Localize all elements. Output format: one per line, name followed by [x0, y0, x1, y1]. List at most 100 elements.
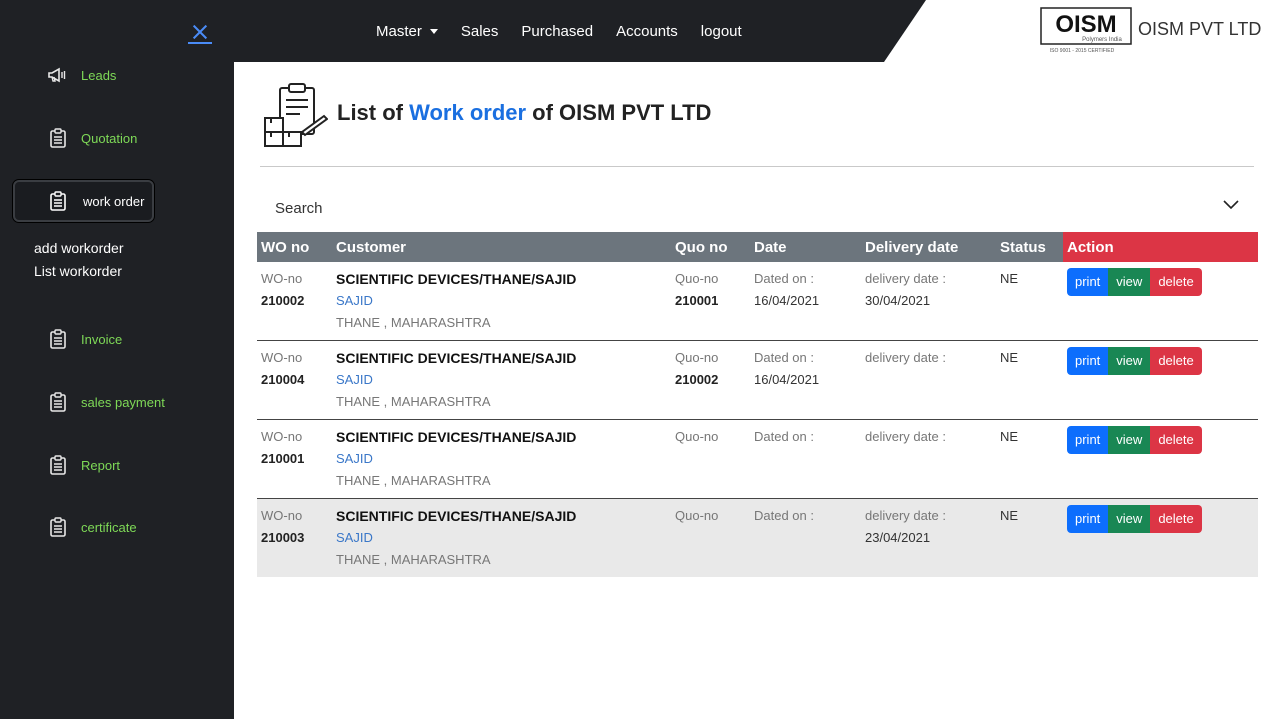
- customer-name: SCIENTIFIC DEVICES/THANE/SAJID: [336, 350, 577, 366]
- sidebar-item-quotation[interactable]: Quotation: [13, 117, 154, 159]
- sidebar-item-label: Invoice: [81, 331, 123, 347]
- nav-sales[interactable]: Sales: [461, 23, 499, 40]
- chevron-down-icon[interactable]: [1222, 198, 1240, 212]
- nav-accounts[interactable]: Accounts: [616, 23, 678, 40]
- print-button[interactable]: print: [1067, 347, 1109, 375]
- cell-date: Dated on :: [750, 498, 861, 577]
- sidebar-item-label: work order: [83, 193, 145, 209]
- cell-action: print view delete: [1063, 419, 1258, 499]
- action-button-group: print view delete: [1067, 426, 1254, 454]
- sidebar-item-label: certificate: [81, 519, 137, 535]
- delivery-value: [865, 448, 992, 470]
- customer-location: THANE , MAHARASHTRA: [336, 315, 491, 330]
- delivery-value: 30/04/2021: [865, 293, 931, 308]
- add-workorder-link[interactable]: add workorder: [34, 240, 124, 256]
- customer-contact[interactable]: SAJID: [336, 527, 667, 549]
- clipboard-icon: [50, 329, 66, 349]
- quo-number: [675, 527, 746, 549]
- sidebar-item-leads[interactable]: Leads: [13, 54, 154, 96]
- table-row: WO-no 210004 SCIENTIFIC DEVICES/THANE/SAJ…: [257, 340, 1258, 420]
- caret-down-icon: [429, 28, 438, 34]
- nav-logout[interactable]: logout: [701, 23, 742, 40]
- wo-label: WO-no: [261, 271, 303, 286]
- customer-name: SCIENTIFIC DEVICES/THANE/SAJID: [336, 508, 577, 524]
- delete-button[interactable]: delete: [1150, 426, 1202, 454]
- action-button-group: print view delete: [1067, 268, 1254, 296]
- delete-button[interactable]: delete: [1150, 347, 1202, 375]
- list-workorder-link[interactable]: List workorder: [34, 263, 122, 279]
- top-navbar: Master Sales Purchased Accounts logout O…: [234, 0, 1280, 62]
- status-value: NE: [1000, 350, 1019, 365]
- quo-label: Quo-no: [675, 508, 719, 523]
- dated-label: Dated on :: [754, 429, 814, 444]
- clipboard-icon: [50, 455, 66, 475]
- cell-action: print view delete: [1063, 498, 1258, 577]
- view-button[interactable]: view: [1108, 505, 1151, 533]
- sidebar-item-sales-payment[interactable]: sales payment: [13, 381, 193, 423]
- brand-name: OISM PVT LTD: [1138, 19, 1262, 39]
- quo-label: Quo-no: [675, 271, 719, 286]
- quo-label: Quo-no: [675, 350, 719, 365]
- cell-wo-no: WO-no 210004: [257, 340, 332, 420]
- view-button[interactable]: view: [1108, 426, 1151, 454]
- nav-purchased[interactable]: Purchased: [521, 23, 593, 40]
- sidebar-item-report[interactable]: Report: [13, 444, 154, 486]
- col-header-customer: Customer: [332, 232, 671, 262]
- clipboard-icon: [50, 191, 66, 211]
- cell-delivery: delivery date :: [861, 340, 996, 420]
- cell-customer: SCIENTIFIC DEVICES/THANE/SAJID SAJID THANE…: [332, 262, 671, 341]
- title-prefix: List of: [337, 100, 410, 125]
- view-button[interactable]: view: [1108, 347, 1151, 375]
- cell-quo-no: Quo-no 210002: [671, 340, 750, 420]
- customer-contact[interactable]: SAJID: [336, 290, 667, 312]
- status-value: NE: [1000, 508, 1019, 523]
- cell-date: Dated on : 16/04/2021: [750, 262, 861, 341]
- quo-number: [675, 448, 746, 470]
- title-highlight: Work order: [409, 100, 527, 125]
- delivery-label: delivery date :: [865, 271, 946, 286]
- cell-wo-no: WO-no 210001: [257, 419, 332, 499]
- cell-status: NE: [996, 498, 1063, 577]
- view-button[interactable]: view: [1108, 268, 1151, 296]
- col-header-status: Status: [996, 232, 1063, 262]
- print-button[interactable]: print: [1067, 268, 1109, 296]
- cell-status: NE: [996, 262, 1063, 341]
- cell-date: Dated on :: [750, 419, 861, 499]
- delete-button[interactable]: delete: [1150, 268, 1202, 296]
- customer-contact[interactable]: SAJID: [336, 448, 667, 470]
- wo-label: WO-no: [261, 350, 303, 365]
- customer-contact[interactable]: SAJID: [336, 369, 667, 391]
- page-title: List of Work order of OISM PVT LTD: [337, 100, 711, 126]
- wo-number: 210002: [261, 293, 305, 308]
- sidebar-item-invoice[interactable]: Invoice: [13, 318, 154, 360]
- print-button[interactable]: print: [1067, 505, 1109, 533]
- delivery-label: delivery date :: [865, 508, 946, 523]
- status-value: NE: [1000, 271, 1019, 286]
- sidebar-item-certificate[interactable]: certificate: [13, 506, 154, 548]
- clipboard-icon: [50, 517, 66, 537]
- customer-name: SCIENTIFIC DEVICES/THANE/SAJID: [336, 429, 577, 445]
- col-header-delivery-date: Delivery date: [861, 232, 996, 262]
- date-value: 16/04/2021: [754, 293, 820, 308]
- logo-subtext: Polymers India: [1082, 37, 1122, 43]
- table-row: WO-no 210001 SCIENTIFIC DEVICES/THANE/SAJ…: [257, 419, 1258, 499]
- cell-status: NE: [996, 419, 1063, 499]
- delete-button[interactable]: delete: [1150, 505, 1202, 533]
- divider: [260, 166, 1254, 167]
- quo-label: Quo-no: [675, 429, 719, 444]
- wo-label: WO-no: [261, 429, 303, 444]
- table-row: WO-no 210003 SCIENTIFIC DEVICES/THANE/SAJ…: [257, 498, 1258, 577]
- cell-wo-no: WO-no 210002: [257, 262, 332, 341]
- action-button-group: print view delete: [1067, 505, 1254, 533]
- delivery-value: [865, 369, 992, 391]
- nav-master-dropdown[interactable]: Master: [376, 23, 438, 40]
- sidebar-item-work-order[interactable]: work order: [13, 180, 154, 222]
- logo-text: OISM: [1055, 11, 1116, 38]
- oism-logo[interactable]: OISM Polymers India ISO 9001 - 2015 CERT…: [1040, 6, 1132, 54]
- print-button[interactable]: print: [1067, 426, 1109, 454]
- app-root: Leads Quotation work order add workorder…: [0, 0, 1280, 719]
- search-toggle[interactable]: Search: [275, 200, 323, 217]
- delivery-value: 23/04/2021: [865, 530, 931, 545]
- action-button-group: print view delete: [1067, 347, 1254, 375]
- date-value: 16/04/2021: [754, 372, 820, 387]
